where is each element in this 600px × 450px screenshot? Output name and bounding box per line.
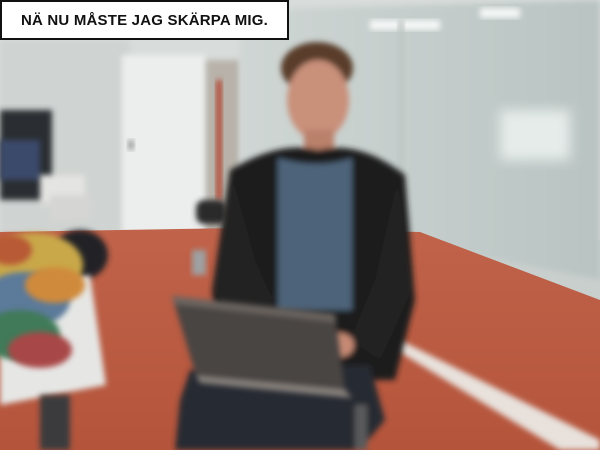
sweater bbox=[278, 158, 352, 310]
table-leg bbox=[40, 395, 70, 450]
chair-leg bbox=[192, 250, 206, 275]
chair-back bbox=[196, 200, 226, 224]
caption-text: NÄ NU MÅSTE JAG SKÄRPA MIG. bbox=[20, 11, 269, 29]
ceiling-light bbox=[370, 20, 440, 30]
side-table bbox=[50, 195, 90, 220]
left-desk-items bbox=[0, 140, 40, 180]
caption-box: NÄ NU MÅSTE JAG SKÄRPA MIG. bbox=[0, 0, 289, 40]
blanket-pile bbox=[8, 332, 72, 368]
light-reflection bbox=[500, 110, 570, 160]
blanket-pile bbox=[25, 267, 85, 303]
doorway-red-strip bbox=[216, 80, 222, 200]
ceiling-light bbox=[480, 8, 520, 18]
face bbox=[287, 60, 349, 140]
photo-scene bbox=[0, 0, 600, 450]
white-door bbox=[122, 55, 206, 235]
door-handle bbox=[128, 140, 134, 150]
chair-leg bbox=[355, 405, 367, 450]
